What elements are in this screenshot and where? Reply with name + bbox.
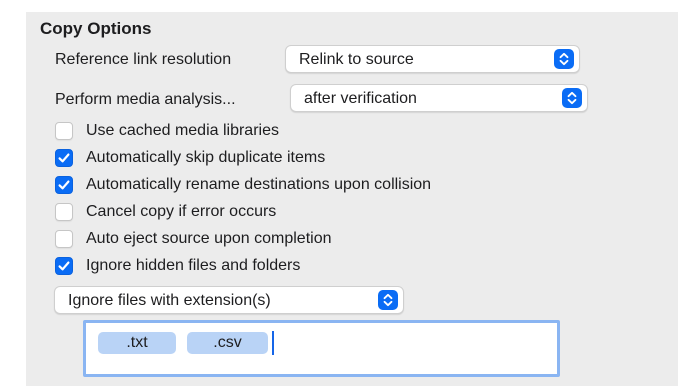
media-analysis-value: after verification [304,90,417,107]
text-caret [272,331,274,355]
reference-link-value: Relink to source [299,51,414,68]
media-analysis-label: Perform media analysis... [55,91,236,108]
option-label: Cancel copy if error occurs [86,203,277,220]
checkbox[interactable] [55,230,73,248]
reference-link-popup[interactable]: Relink to source [285,45,580,73]
extension-filter-value: Ignore files with extension(s) [68,292,271,309]
option-label: Ignore hidden files and folders [86,257,301,274]
checkbox[interactable] [55,257,73,275]
option-label: Automatically skip duplicate items [86,149,326,166]
chevron-up-down-icon [562,88,582,108]
checkmark-icon [58,261,70,271]
chevron-up-down-icon [554,49,574,69]
extension-token[interactable]: .csv [187,332,268,354]
checkbox[interactable] [55,122,73,140]
checkmark-icon [58,180,70,190]
extension-filter-popup[interactable]: Ignore files with extension(s) [54,286,404,314]
reference-link-label: Reference link resolution [55,51,232,68]
option-label: Automatically rename destinations upon c… [86,176,432,193]
extension-token-field[interactable]: .txt .csv [83,320,560,377]
checkbox[interactable] [55,149,73,167]
chevron-up-down-icon [378,290,398,310]
option-label: Use cached media libraries [86,122,279,139]
media-analysis-popup[interactable]: after verification [290,84,588,112]
section-title: Copy Options [40,19,152,38]
option-label: Auto eject source upon completion [86,230,332,247]
checkbox[interactable] [55,203,73,221]
checkmark-icon [58,153,70,163]
checkbox[interactable] [55,176,73,194]
extension-token[interactable]: .txt [98,332,176,354]
